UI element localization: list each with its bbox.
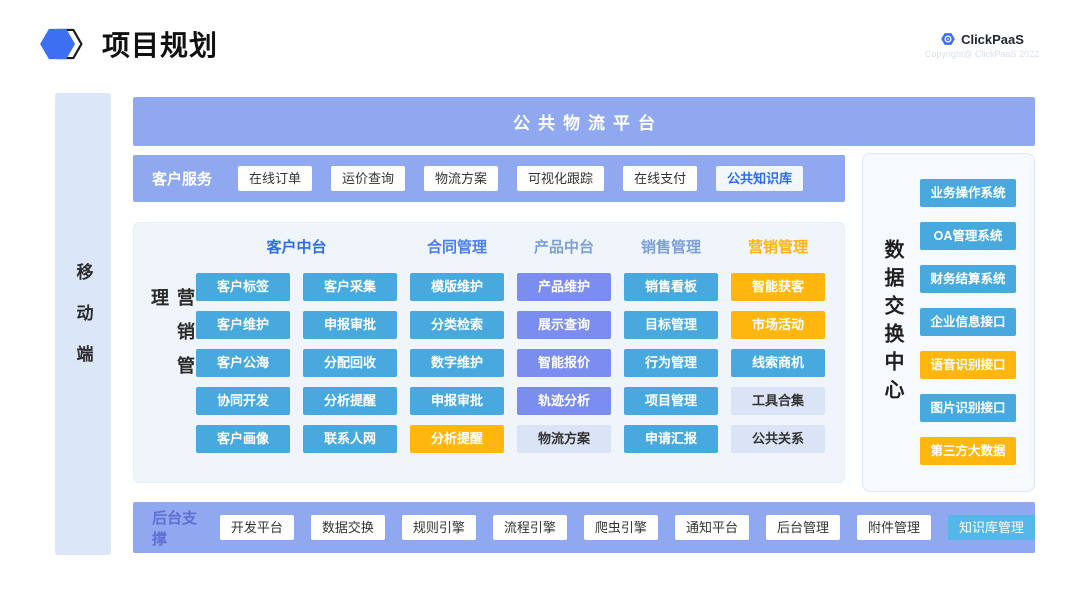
module-chip[interactable]: 智能获客 bbox=[731, 273, 825, 301]
backend-button[interactable]: 流程引擎 bbox=[493, 515, 567, 540]
marketing-management-panel: 营销管理 客户中台 合同管理 产品中台 销售管理 营销管理 客户标签 客户采集 … bbox=[133, 222, 845, 483]
dc-item[interactable]: 第三方大数据 bbox=[920, 437, 1016, 465]
module-grid-row: 协同开发 分析提醒 申报审批 轨迹分析 项目管理 工具合集 bbox=[196, 387, 825, 415]
module-chip[interactable]: 申报审批 bbox=[303, 311, 397, 339]
service-button[interactable]: 公共知识库 bbox=[716, 166, 803, 191]
customer-service-label: 客户服务 bbox=[152, 168, 214, 189]
backend-button[interactable]: 附件管理 bbox=[857, 515, 931, 540]
dc-item[interactable]: OA管理系统 bbox=[920, 222, 1016, 250]
customer-service-buttons: 在线订单 运价查询 物流方案 可视化跟踪 在线支付 公共知识库 bbox=[238, 166, 803, 191]
module-grid-row: 客户公海 分配回收 数字维护 智能报价 行为管理 线索商机 bbox=[196, 349, 825, 377]
data-exchange-items: 业务操作系统 OA管理系统 财务结算系统 企业信息接口 语音识别接口 图片识别接… bbox=[920, 179, 1016, 465]
module-grid-headers: 客户中台 合同管理 产品中台 销售管理 营销管理 bbox=[196, 233, 825, 259]
module-chip[interactable]: 申请汇报 bbox=[624, 425, 718, 453]
platform-banner: 公共物流平台 bbox=[133, 97, 1035, 146]
module-chip[interactable]: 分类检索 bbox=[410, 311, 504, 339]
module-chip[interactable]: 数字维护 bbox=[410, 349, 504, 377]
mobile-side-bar-label: 移动端 bbox=[71, 263, 96, 386]
module-grid: 客户中台 合同管理 产品中台 销售管理 营销管理 客户标签 客户采集 模版维护 … bbox=[196, 233, 825, 463]
module-grid-row: 客户维护 申报审批 分类检索 展示查询 目标管理 市场活动 bbox=[196, 311, 825, 339]
module-chip[interactable]: 协同开发 bbox=[196, 387, 290, 415]
clickpaas-logo-icon bbox=[940, 31, 956, 47]
module-chip[interactable]: 模版维护 bbox=[410, 273, 504, 301]
service-button[interactable]: 可视化跟踪 bbox=[517, 166, 604, 191]
module-chip[interactable]: 客户公海 bbox=[196, 349, 290, 377]
module-chip[interactable]: 销售看板 bbox=[624, 273, 718, 301]
module-chip[interactable]: 客户标签 bbox=[196, 273, 290, 301]
backend-button[interactable]: 知识库管理 bbox=[948, 515, 1035, 540]
service-button[interactable]: 物流方案 bbox=[424, 166, 498, 191]
backend-buttons: 开发平台 数据交换 规则引擎 流程引擎 爬虫引擎 通知平台 后台管理 附件管理 … bbox=[220, 515, 1035, 540]
module-grid-row: 客户标签 客户采集 模版维护 产品维护 销售看板 智能获客 bbox=[196, 273, 825, 301]
dc-item[interactable]: 业务操作系统 bbox=[920, 179, 1016, 207]
platform-banner-label: 公共物流平台 bbox=[505, 109, 663, 134]
hexagon-logo-icon bbox=[38, 22, 84, 66]
module-chip[interactable]: 分析提醒 bbox=[410, 425, 504, 453]
module-chip[interactable]: 轨迹分析 bbox=[517, 387, 611, 415]
copyright-text: Copyright@ ClickPaaS 2022 bbox=[924, 49, 1040, 59]
module-chip[interactable]: 产品维护 bbox=[517, 273, 611, 301]
backend-button[interactable]: 通知平台 bbox=[675, 515, 749, 540]
backend-support-label: 后台支撑 bbox=[152, 507, 204, 549]
service-button[interactable]: 在线订单 bbox=[238, 166, 312, 191]
module-chip[interactable]: 联系人网 bbox=[303, 425, 397, 453]
page-title: 项目规划 bbox=[102, 24, 218, 64]
data-exchange-panel: 数据交换中心 业务操作系统 OA管理系统 财务结算系统 企业信息接口 语音识别接… bbox=[862, 153, 1035, 492]
brand-block: ClickPaaS Copyright@ ClickPaaS 2022 bbox=[924, 31, 1040, 59]
module-chip[interactable]: 客户采集 bbox=[303, 273, 397, 301]
column-header: 客户中台 bbox=[196, 236, 397, 257]
marketing-management-label: 营销管理 bbox=[146, 288, 198, 418]
dc-item[interactable]: 图片识别接口 bbox=[920, 394, 1016, 422]
module-chip[interactable]: 分析提醒 bbox=[303, 387, 397, 415]
dc-item[interactable]: 企业信息接口 bbox=[920, 308, 1016, 336]
module-chip[interactable]: 物流方案 bbox=[517, 425, 611, 453]
mobile-side-bar: 移动端 bbox=[55, 93, 111, 555]
module-chip[interactable]: 客户维护 bbox=[196, 311, 290, 339]
backend-button[interactable]: 爬虫引擎 bbox=[584, 515, 658, 540]
column-header: 营销管理 bbox=[731, 236, 825, 257]
module-chip[interactable]: 线索商机 bbox=[731, 349, 825, 377]
module-chip[interactable]: 智能报价 bbox=[517, 349, 611, 377]
backend-button[interactable]: 数据交换 bbox=[311, 515, 385, 540]
brand-name: ClickPaaS bbox=[961, 32, 1024, 47]
module-chip[interactable]: 申报审批 bbox=[410, 387, 504, 415]
column-header: 销售管理 bbox=[624, 236, 718, 257]
service-button[interactable]: 运价查询 bbox=[331, 166, 405, 191]
service-button[interactable]: 在线支付 bbox=[623, 166, 697, 191]
backend-support-row: 后台支撑 开发平台 数据交换 规则引擎 流程引擎 爬虫引擎 通知平台 后台管理 … bbox=[133, 502, 1035, 553]
customer-service-row: 客户服务 在线订单 运价查询 物流方案 可视化跟踪 在线支付 公共知识库 bbox=[133, 155, 845, 202]
column-header: 合同管理 bbox=[410, 236, 504, 257]
module-chip[interactable]: 目标管理 bbox=[624, 311, 718, 339]
module-chip[interactable]: 行为管理 bbox=[624, 349, 718, 377]
page-header: 项目规划 bbox=[38, 22, 218, 66]
module-chip[interactable]: 分配回收 bbox=[303, 349, 397, 377]
module-chip[interactable]: 展示查询 bbox=[517, 311, 611, 339]
backend-button[interactable]: 规则引擎 bbox=[402, 515, 476, 540]
module-chip[interactable]: 公共关系 bbox=[731, 425, 825, 453]
page: 项目规划 ClickPaaS Copyright@ ClickPaaS 2022… bbox=[0, 0, 1080, 608]
column-header: 产品中台 bbox=[517, 236, 611, 257]
module-chip[interactable]: 客户画像 bbox=[196, 425, 290, 453]
module-grid-row: 客户画像 联系人网 分析提醒 物流方案 申请汇报 公共关系 bbox=[196, 425, 825, 453]
dc-item[interactable]: 财务结算系统 bbox=[920, 265, 1016, 293]
data-exchange-label: 数据交换中心 bbox=[878, 239, 907, 407]
backend-button[interactable]: 开发平台 bbox=[220, 515, 294, 540]
module-chip[interactable]: 市场活动 bbox=[731, 311, 825, 339]
module-chip[interactable]: 项目管理 bbox=[624, 387, 718, 415]
backend-button[interactable]: 后台管理 bbox=[766, 515, 840, 540]
module-chip[interactable]: 工具合集 bbox=[731, 387, 825, 415]
dc-item[interactable]: 语音识别接口 bbox=[920, 351, 1016, 379]
